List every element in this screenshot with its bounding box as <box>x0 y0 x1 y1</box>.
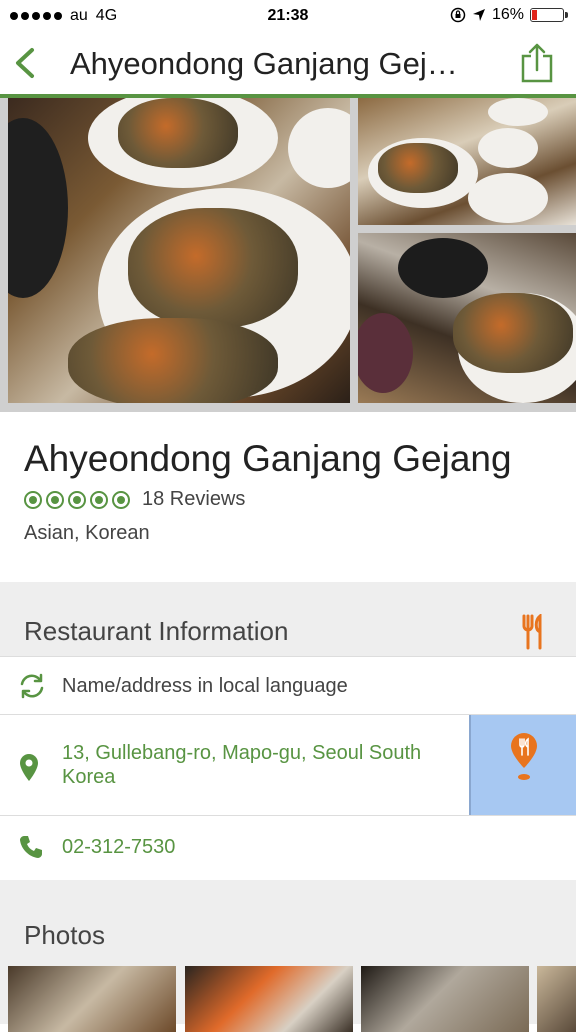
refresh-icon <box>20 673 44 699</box>
phone-icon <box>20 836 42 858</box>
rating-bubble-icon <box>90 490 108 509</box>
photo-thumbnail[interactable] <box>361 966 529 1032</box>
phone-number[interactable]: 02-312-7530 <box>62 836 175 859</box>
address-row[interactable]: 13, Gullebang-ro, Mapo-gu, Seoul South K… <box>0 715 576 816</box>
location-arrow-icon <box>472 9 485 21</box>
status-bar: au 4G 21:38 16% <box>0 0 576 32</box>
cuisine-label: Asian, Korean <box>24 522 150 544</box>
hero-photo-top-right[interactable] <box>358 98 576 225</box>
nav-bar: Ahyeondong Ganjang Gej… <box>0 32 576 98</box>
location-pin-icon <box>20 754 38 781</box>
photo-thumbnail[interactable] <box>185 966 353 1032</box>
map-thumbnail[interactable] <box>469 715 576 815</box>
orientation-lock-icon <box>450 7 466 23</box>
section-title: Photos <box>24 920 105 950</box>
photo-thumbnail-strip <box>0 958 576 1032</box>
photo-thumbnail[interactable] <box>537 966 576 1032</box>
map-pin-icon <box>511 733 537 780</box>
review-count[interactable]: 18 Reviews <box>142 488 245 511</box>
photo-thumbnail[interactable] <box>8 966 176 1032</box>
rating-row[interactable]: 18 Reviews <box>24 488 245 511</box>
battery-icon <box>530 8 568 22</box>
local-language-link[interactable]: Name/address in local language <box>62 675 348 698</box>
rating-bubble-icon <box>24 490 42 509</box>
rating-bubble-icon <box>46 490 64 509</box>
hero-photo-bottom-right[interactable] <box>358 233 576 403</box>
local-language-row[interactable]: Name/address in local language <box>0 657 576 715</box>
restaurant-header: Ahyeondong Ganjang Gejang 18 Reviews Asi… <box>0 412 576 582</box>
fork-knife-icon <box>522 614 542 650</box>
hero-photo-main[interactable] <box>8 98 350 403</box>
hero-photo-collage[interactable] <box>0 98 576 412</box>
back-button[interactable] <box>10 46 40 80</box>
restaurant-name: Ahyeondong Ganjang Gejang <box>24 438 512 479</box>
rating-bubble-icon <box>112 490 130 509</box>
nav-title: Ahyeondong Ganjang Gej… <box>70 46 458 81</box>
phone-row[interactable]: 02-312-7530 <box>0 816 576 881</box>
share-button[interactable] <box>520 42 554 84</box>
photos-header: Photos <box>0 880 576 958</box>
address-text[interactable]: 13, Gullebang-ro, Mapo-gu, Seoul South K… <box>62 741 462 789</box>
rating-bubble-icon <box>68 490 86 509</box>
section-title: Restaurant Information <box>24 616 289 646</box>
status-right: 16% <box>450 6 568 24</box>
restaurant-info-header: Restaurant Information <box>0 582 576 657</box>
battery-percent: 16% <box>491 6 524 23</box>
